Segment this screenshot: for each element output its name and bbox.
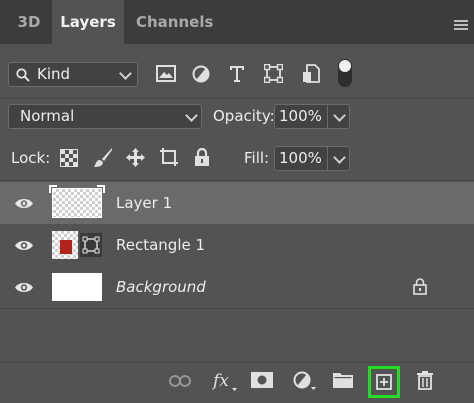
panel-menu-icon[interactable] <box>454 20 468 30</box>
fill-field[interactable]: 100% <box>274 146 350 171</box>
eye-icon[interactable] <box>14 281 34 294</box>
adjustment-icon[interactable] <box>293 371 317 391</box>
layer-name[interactable]: Rectangle 1 <box>116 236 205 254</box>
lock-transparent-pixels-icon[interactable] <box>60 149 78 167</box>
red-rectangle-preview <box>60 240 72 254</box>
opacity-value: 100% <box>279 107 322 125</box>
adjustment-filter-icon[interactable] <box>192 65 210 83</box>
panel-tab-bar: 3D Layers Channels <box>0 0 474 44</box>
vector-shape-icon <box>80 233 102 257</box>
lock-icon <box>413 278 427 295</box>
svg-text:fx: fx <box>212 371 229 391</box>
layer-name[interactable]: Layer 1 <box>116 194 172 212</box>
image-filter-icon[interactable] <box>156 65 176 82</box>
divider <box>0 180 474 181</box>
search-icon <box>16 68 30 82</box>
blend-mode-dropdown[interactable]: Normal <box>8 104 202 129</box>
chevron-down-icon <box>333 109 346 122</box>
new-layer-icon <box>376 374 392 390</box>
chevron-down-icon <box>185 109 198 122</box>
tab-3d[interactable]: 3D <box>0 0 58 44</box>
fill-value: 100% <box>279 149 322 167</box>
smart-object-filter-icon[interactable] <box>302 64 320 83</box>
toggle-knob <box>339 60 351 72</box>
opacity-label: Opacity: <box>213 107 275 125</box>
lock-artboard-icon[interactable] <box>159 147 179 167</box>
blend-mode-value: Normal <box>20 107 75 125</box>
tab-layers[interactable]: Layers <box>52 0 124 44</box>
layer-row-rectangle-1[interactable]: Rectangle 1 <box>0 224 474 266</box>
lock-all-icon[interactable] <box>194 148 210 167</box>
chevron-down-icon <box>333 151 346 164</box>
selection-corner <box>97 185 105 193</box>
link-icon[interactable] <box>169 375 191 387</box>
new-layer-button[interactable] <box>368 366 400 398</box>
layer-name[interactable]: Background <box>116 278 206 296</box>
trash-icon[interactable] <box>416 371 434 390</box>
divider <box>0 98 474 99</box>
divider <box>0 308 474 309</box>
filter-kind-dropdown[interactable]: Kind <box>8 62 138 87</box>
lock-position-icon[interactable] <box>125 147 146 168</box>
layer-thumbnail-transparent <box>49 185 105 218</box>
folder-icon[interactable] <box>333 372 353 388</box>
layers-bottom-toolbar: fx <box>0 362 474 403</box>
selection-corner <box>49 185 57 193</box>
layer-row-background[interactable]: Background <box>0 266 474 308</box>
lock-label: Lock: <box>11 149 51 167</box>
eye-icon[interactable] <box>14 239 34 252</box>
fill-label: Fill: <box>244 149 270 167</box>
filter-kind-label: Kind <box>37 65 71 83</box>
shape-filter-icon[interactable] <box>264 64 283 83</box>
type-filter-icon[interactable] <box>229 65 245 82</box>
lock-image-pixels-icon[interactable] <box>93 147 113 168</box>
field-divider <box>327 105 328 128</box>
eye-icon[interactable] <box>14 197 34 210</box>
layer-row-layer-1[interactable]: Layer 1 <box>0 182 474 224</box>
tab-channels[interactable]: Channels <box>136 0 213 44</box>
mask-icon[interactable] <box>251 372 273 388</box>
opacity-field[interactable]: 100% <box>274 104 350 129</box>
chevron-down-icon <box>119 67 132 80</box>
layer-thumbnail-white <box>52 273 102 301</box>
filter-toggle-switch[interactable] <box>338 59 352 87</box>
layer-thumbnail-rectangle <box>52 231 78 259</box>
fx-icon[interactable]: fx <box>212 370 238 392</box>
field-divider <box>327 147 328 170</box>
